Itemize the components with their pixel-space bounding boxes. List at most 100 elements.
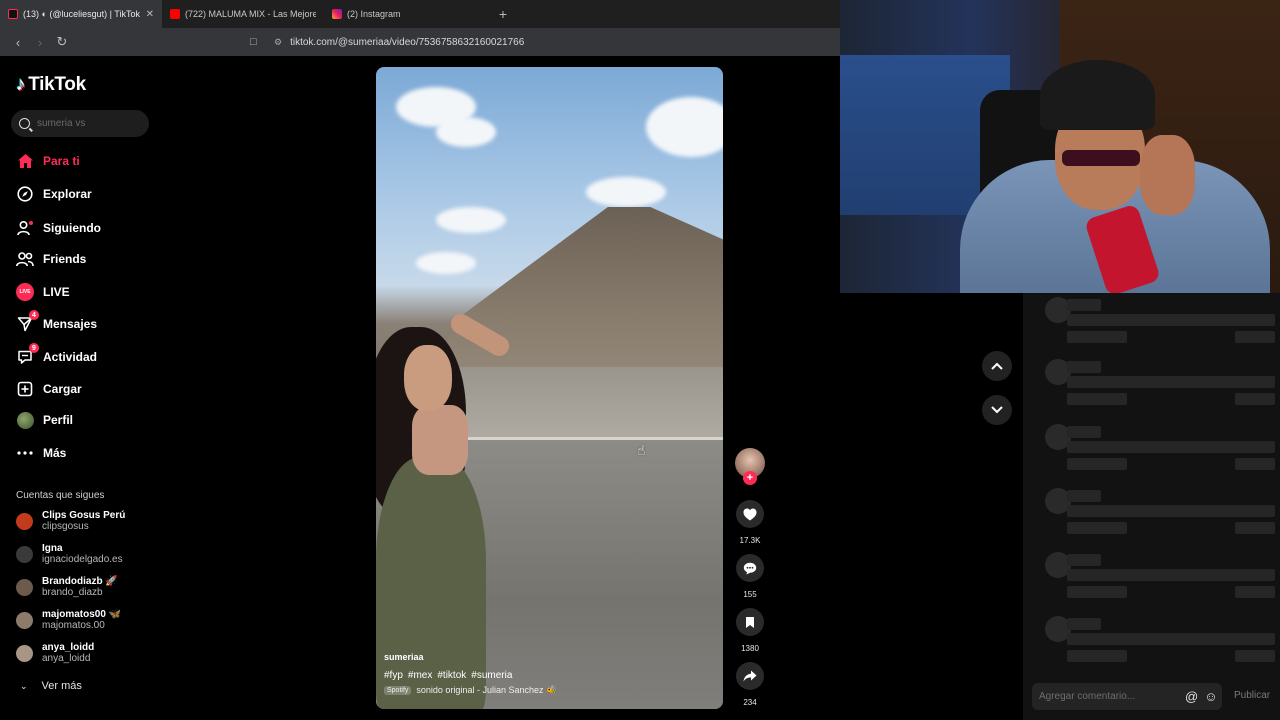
url-field[interactable]: ⚙ tiktok.com/@sumeriaa/video/75367586321… (274, 37, 524, 48)
live-icon: LIVE (16, 283, 34, 301)
save-button[interactable] (736, 608, 764, 636)
skeleton-line (1235, 331, 1275, 343)
see-more-button[interactable]: ⌄ Ver más (20, 680, 82, 692)
hashtag[interactable]: #mex (408, 670, 432, 681)
skeleton-line (1067, 633, 1275, 645)
sidebar-item-mensajes[interactable]: 4 Mensajes (16, 310, 98, 333)
tiktok-note-icon: ♪ (16, 74, 26, 95)
webcam-overlay (840, 0, 1280, 293)
sidebar-item-label: Para ti (43, 154, 80, 168)
comments-panel (1023, 293, 1280, 720)
sidebar-item-actividad[interactable]: 9 Actividad (16, 343, 97, 366)
post-comment-button[interactable]: Publicar (1234, 690, 1270, 701)
skeleton-line (1067, 426, 1101, 438)
skeleton-line (1067, 361, 1101, 373)
back-icon[interactable]: ‹ (8, 32, 28, 52)
forward-icon[interactable]: › (30, 32, 50, 52)
avatar (16, 578, 33, 596)
followed-account[interactable]: majomatos00 🦋 majomatos.00 (16, 609, 121, 631)
chevron-up-icon (991, 362, 1003, 370)
tab-tiktok[interactable]: (13) ◐ (@luceliesgut) | TikTok ✕ (0, 0, 162, 28)
comment-input-box[interactable]: @ ☺ (1032, 683, 1222, 710)
followed-account[interactable]: Clips Gosus Perú clipsgosus (16, 510, 125, 532)
skeleton-line (1067, 586, 1127, 598)
sidebar-item-label: Mensajes (43, 317, 98, 331)
skeleton-line (1235, 586, 1275, 598)
account-name: Clips Gosus Perú (42, 510, 126, 521)
followed-account[interactable]: anya_loidd anya_loidd (16, 642, 94, 664)
sidebar-item-live[interactable]: LIVE LIVE (16, 283, 70, 301)
account-handle: anya_loidd (42, 653, 91, 664)
mention-icon[interactable]: @ (1185, 689, 1198, 704)
search-bar[interactable] (11, 110, 149, 137)
account-handle: ignaciodelgado.es (42, 554, 123, 565)
sidebar-item-cargar[interactable]: Cargar (16, 380, 82, 398)
skeleton-line (1067, 569, 1275, 581)
comment-button[interactable] (736, 554, 764, 582)
youtube-favicon-icon (170, 9, 180, 19)
account-name: Brandodiazb 🚀 (42, 576, 118, 587)
share-button[interactable] (736, 662, 764, 690)
sidebar-item-perfil[interactable]: Perfil (16, 411, 73, 429)
site-info-icon[interactable]: ⚙ (274, 37, 282, 48)
sidebar-item-label: Perfil (43, 413, 74, 427)
skeleton-line (1067, 554, 1101, 566)
account-handle: brando_diazb (42, 587, 103, 598)
follow-plus-icon[interactable]: + (743, 471, 757, 485)
next-video-button[interactable] (982, 395, 1012, 425)
video-sound[interactable]: Spotify sonido original - Julian Sanchez… (384, 685, 557, 696)
account-handle: clipsgosus (42, 521, 89, 532)
search-icon[interactable] (19, 118, 30, 129)
messages-badge: 4 (29, 310, 39, 320)
skeleton-line (1235, 522, 1275, 534)
compass-icon (16, 185, 34, 203)
skeleton-line (1067, 441, 1275, 453)
avatar (16, 512, 33, 530)
tiktok-logo[interactable]: ♪ TikTok (16, 74, 86, 96)
sidebar: ♪ TikTok Para ti Explorar Siguiendo Frie… (0, 56, 160, 720)
following-icon (16, 219, 34, 237)
previous-video-button[interactable] (982, 351, 1012, 381)
cam-hand (1140, 135, 1195, 215)
sidebar-item-siguiendo[interactable]: Siguiendo (16, 219, 101, 237)
bookmark-icon[interactable]: □ (250, 36, 268, 48)
tiktok-favicon-icon (8, 9, 18, 19)
new-tab-button[interactable]: + (492, 0, 514, 28)
tab-title: (2) Instagram (347, 9, 401, 19)
sidebar-item-para-ti[interactable]: Para ti (16, 152, 80, 170)
comment-input[interactable] (1039, 691, 1179, 702)
sidebar-item-explorar[interactable]: Explorar (16, 185, 92, 203)
reload-icon[interactable]: ↻ (52, 32, 72, 52)
skeleton-line (1067, 458, 1127, 470)
following-section-title: Cuentas que sigues (16, 490, 105, 501)
instagram-favicon-icon (332, 9, 342, 19)
arm (447, 310, 513, 360)
followed-account[interactable]: Brandodiazb 🚀 brando_diazb (16, 576, 118, 598)
skeleton-line (1235, 393, 1275, 405)
hashtag[interactable]: #fyp (384, 670, 403, 681)
video-player[interactable]: sumeriaa #fyp #mex #tiktok #sumeria Spot… (376, 67, 723, 709)
sidebar-item-label: LIVE (43, 285, 70, 299)
video-author[interactable]: sumeriaa (384, 652, 424, 662)
logo-text: TikTok (28, 74, 86, 95)
hashtag[interactable]: #tiktok (437, 670, 466, 681)
hashtag[interactable]: #sumeria (471, 670, 512, 681)
sidebar-item-mas[interactable]: Más (16, 444, 66, 462)
comment-skeleton (1033, 552, 1278, 612)
tab-youtube[interactable]: (722) MALUMA MIX - Las Mejores (162, 0, 324, 28)
search-input[interactable] (37, 118, 137, 129)
activity-icon: 9 (16, 343, 39, 366)
avatar (16, 611, 33, 629)
address-bar: ‹ › ↻ □ ⚙ tiktok.com/@sumeriaa/video/753… (0, 28, 840, 56)
sidebar-item-friends[interactable]: Friends (16, 250, 86, 268)
save-count: 1380 (741, 644, 759, 653)
emoji-icon[interactable]: ☺ (1204, 689, 1217, 704)
tab-instagram[interactable]: (2) Instagram (324, 0, 484, 28)
comment-icon (743, 562, 757, 574)
profile-icon (16, 411, 34, 429)
close-icon[interactable]: ✕ (146, 9, 154, 20)
browser-tab-bar: (13) ◐ (@luceliesgut) | TikTok ✕ (722) M… (0, 0, 840, 28)
like-button[interactable] (736, 500, 764, 528)
followed-account[interactable]: Igna ignaciodelgado.es (16, 543, 123, 565)
cloud (436, 207, 506, 233)
